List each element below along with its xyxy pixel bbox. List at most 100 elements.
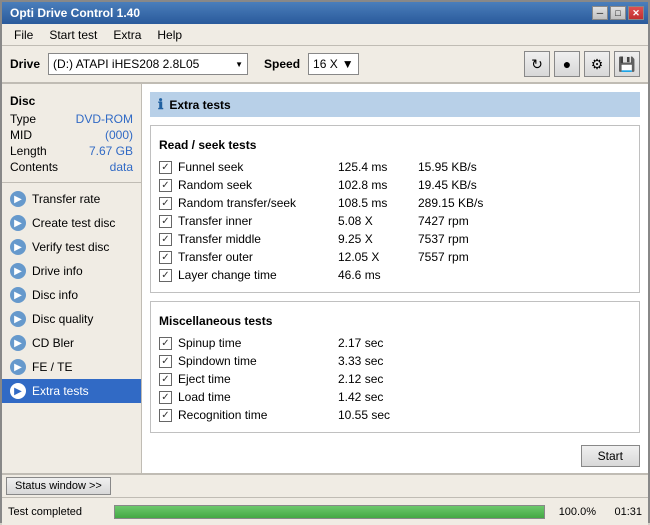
spindown-checkbox[interactable]: ✓ (159, 355, 172, 368)
transfer-middle-checkbox[interactable]: ✓ (159, 233, 172, 246)
spinup-name: Spinup time (178, 336, 338, 350)
speed-value: 16 X (313, 57, 338, 71)
random-seek-checkbox[interactable]: ✓ (159, 179, 172, 192)
disc-mid-value: (000) (105, 128, 133, 142)
sidebar-item-transfer-rate[interactable]: ▶ Transfer rate (2, 187, 141, 211)
disc-info-icon: ▶ (10, 287, 26, 303)
disc-button[interactable]: ● (554, 51, 580, 77)
progress-time: 01:31 (602, 506, 642, 518)
random-seek-val1: 102.8 ms (338, 178, 418, 192)
create-test-disc-icon: ▶ (10, 215, 26, 231)
spindown-name: Spindown time (178, 354, 338, 368)
buttons-row: Start (150, 441, 640, 471)
load-name: Load time (178, 390, 338, 404)
drive-info-icon: ▶ (10, 263, 26, 279)
test-row: ✓ Funnel seek 125.4 ms 15.95 KB/s (159, 158, 631, 176)
speed-select[interactable]: 16 X ▼ (308, 53, 359, 75)
transfer-middle-val2: 7537 rpm (418, 232, 469, 246)
eject-name: Eject time (178, 372, 338, 386)
progress-percentage: 100.0% (551, 506, 596, 518)
transfer-inner-checkbox[interactable]: ✓ (159, 215, 172, 228)
eject-val1: 2.12 sec (338, 372, 418, 386)
sidebar-item-label: Create test disc (32, 216, 115, 230)
load-checkbox[interactable]: ✓ (159, 391, 172, 404)
menu-bar: File Start test Extra Help (2, 24, 648, 46)
random-transfer-seek-val2: 289.15 KB/s (418, 196, 483, 210)
drive-icon-group: ↻ ● ⚙ 💾 (524, 51, 640, 77)
progress-track (114, 505, 545, 519)
test-row: ✓ Transfer middle 9.25 X 7537 rpm (159, 230, 631, 248)
main-layout: Disc Type DVD-ROM MID (000) Length 7.67 … (2, 84, 648, 473)
extra-tests-icon: ▶ (10, 383, 26, 399)
layer-change-name: Layer change time (178, 268, 338, 282)
save-button[interactable]: 💾 (614, 51, 640, 77)
recognition-checkbox[interactable]: ✓ (159, 409, 172, 422)
sidebar-item-cd-bler[interactable]: ▶ CD Bler (2, 331, 141, 355)
window-controls: ─ □ ✕ (592, 6, 644, 20)
minimize-button[interactable]: ─ (592, 6, 608, 20)
refresh-button[interactable]: ↻ (524, 51, 550, 77)
transfer-rate-icon: ▶ (10, 191, 26, 207)
sidebar-item-label: Drive info (32, 264, 83, 278)
test-row: ✓ Layer change time 46.6 ms (159, 266, 631, 284)
status-text: Test completed (8, 506, 108, 518)
transfer-middle-name: Transfer middle (178, 232, 338, 246)
random-transfer-seek-checkbox[interactable]: ✓ (159, 197, 172, 210)
settings-button[interactable]: ⚙ (584, 51, 610, 77)
layer-change-val1: 46.6 ms (338, 268, 418, 282)
test-row: ✓ Transfer outer 12.05 X 7557 rpm (159, 248, 631, 266)
sidebar-item-fe-te[interactable]: ▶ FE / TE (2, 355, 141, 379)
spinup-checkbox[interactable]: ✓ (159, 337, 172, 350)
start-button[interactable]: Start (581, 445, 640, 467)
transfer-outer-checkbox[interactable]: ✓ (159, 251, 172, 264)
misc-section: Miscellaneous tests ✓ Spinup time 2.17 s… (150, 301, 640, 433)
sidebar-item-label: Transfer rate (32, 192, 100, 206)
sidebar-item-create-test-disc[interactable]: ▶ Create test disc (2, 211, 141, 235)
disc-length-label: Length (10, 144, 47, 158)
menu-file[interactable]: File (6, 26, 41, 44)
funnel-seek-val1: 125.4 ms (338, 160, 418, 174)
menu-extra[interactable]: Extra (105, 26, 149, 44)
extra-tests-title: Extra tests (169, 98, 230, 112)
sidebar-item-extra-tests[interactable]: ▶ Extra tests (2, 379, 141, 403)
funnel-seek-val2: 15.95 KB/s (418, 160, 477, 174)
sidebar-item-label: Disc info (32, 288, 78, 302)
disc-type-row: Type DVD-ROM (10, 112, 133, 126)
test-row: ✓ Spinup time 2.17 sec (159, 334, 631, 352)
verify-test-disc-icon: ▶ (10, 239, 26, 255)
eject-checkbox[interactable]: ✓ (159, 373, 172, 386)
status-window-button[interactable]: Status window >> (6, 477, 111, 495)
sidebar-item-disc-info[interactable]: ▶ Disc info (2, 283, 141, 307)
chevron-down-icon: ▼ (235, 60, 243, 69)
disc-type-label: Type (10, 112, 36, 126)
test-row: ✓ Spindown time 3.33 sec (159, 352, 631, 370)
app-title: Opti Drive Control 1.40 (6, 6, 140, 20)
fe-te-icon: ▶ (10, 359, 26, 375)
sidebar-item-verify-test-disc[interactable]: ▶ Verify test disc (2, 235, 141, 259)
speed-label: Speed (264, 57, 300, 71)
drive-select[interactable]: (D:) ATAPI iHES208 2.8L05 ▼ (48, 53, 248, 75)
test-row: ✓ Load time 1.42 sec (159, 388, 631, 406)
random-seek-name: Random seek (178, 178, 338, 192)
recognition-val1: 10.55 sec (338, 408, 418, 422)
layer-change-checkbox[interactable]: ✓ (159, 269, 172, 282)
disc-quality-icon: ▶ (10, 311, 26, 327)
menu-help[interactable]: Help (149, 26, 190, 44)
test-row: ✓ Eject time 2.12 sec (159, 370, 631, 388)
menu-start-test[interactable]: Start test (41, 26, 105, 44)
sidebar-item-drive-info[interactable]: ▶ Drive info (2, 259, 141, 283)
extra-tests-header: ℹ Extra tests (150, 92, 640, 117)
transfer-inner-name: Transfer inner (178, 214, 338, 228)
sidebar-item-disc-quality[interactable]: ▶ Disc quality (2, 307, 141, 331)
chevron-down-icon: ▼ (342, 57, 354, 71)
funnel-seek-checkbox[interactable]: ✓ (159, 161, 172, 174)
read-seek-section: Read / seek tests ✓ Funnel seek 125.4 ms… (150, 125, 640, 293)
maximize-button[interactable]: □ (610, 6, 626, 20)
disc-info-section: Disc Type DVD-ROM MID (000) Length 7.67 … (2, 88, 141, 183)
sidebar: Disc Type DVD-ROM MID (000) Length 7.67 … (2, 84, 142, 473)
transfer-outer-val2: 7557 rpm (418, 250, 469, 264)
close-button[interactable]: ✕ (628, 6, 644, 20)
load-val1: 1.42 sec (338, 390, 418, 404)
disc-type-value: DVD-ROM (76, 112, 133, 126)
status-bar: Status window >> (2, 473, 648, 497)
